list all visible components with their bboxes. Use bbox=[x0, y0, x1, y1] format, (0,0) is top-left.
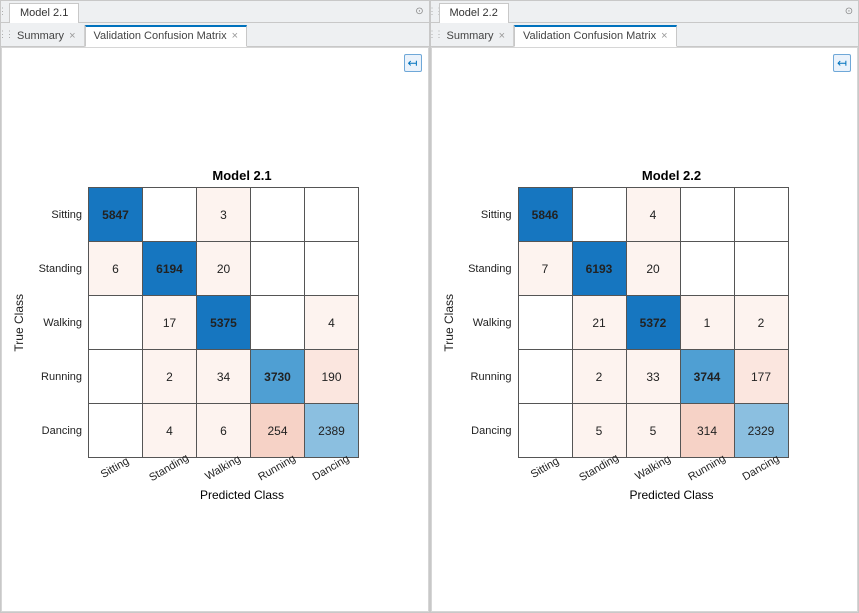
grip-icon[interactable] bbox=[1, 23, 9, 46]
grip-icon[interactable] bbox=[431, 1, 439, 22]
cell bbox=[734, 188, 788, 242]
doc-tab-row: Summary × Validation Confusion Matrix × bbox=[1, 23, 429, 47]
tab-label: Summary bbox=[17, 30, 64, 42]
dock-icon[interactable]: ↤ bbox=[404, 54, 422, 72]
y-axis-label: True Class bbox=[12, 294, 26, 352]
cell: 2 bbox=[734, 296, 788, 350]
cell: 6193 bbox=[572, 242, 626, 296]
cell bbox=[680, 188, 734, 242]
cell bbox=[734, 242, 788, 296]
cell: 2 bbox=[572, 350, 626, 404]
cell: 7 bbox=[518, 242, 572, 296]
cell: 5372 bbox=[626, 296, 680, 350]
col-labels: Sitting Standing Walking Running Dancing bbox=[518, 462, 842, 474]
cell bbox=[143, 188, 197, 242]
col-labels: Sitting Standing Walking Running Dancing bbox=[88, 462, 412, 474]
cell: 2 bbox=[143, 350, 197, 404]
grip-icon[interactable] bbox=[1, 1, 9, 22]
close-icon[interactable]: × bbox=[69, 30, 75, 42]
cell: 5846 bbox=[518, 188, 572, 242]
cell: 4 bbox=[305, 296, 359, 350]
row-labels: Sitting Standing Walking Running Dancing bbox=[458, 188, 518, 458]
cell: 34 bbox=[197, 350, 251, 404]
tab-summary[interactable]: Summary × bbox=[439, 25, 515, 47]
chart-area-model-2-2: ↤ Model 2.2 True Class Sitting Standing … bbox=[431, 47, 859, 612]
row-label: Standing bbox=[458, 242, 518, 296]
cell: 5375 bbox=[197, 296, 251, 350]
panel-model-2-2: Model 2.2 ⊙ Summary × Validation Confusi… bbox=[430, 0, 859, 613]
row-label: Dancing bbox=[458, 404, 518, 458]
window-tab-model-2-1[interactable]: Model 2.1 bbox=[9, 3, 79, 23]
cell: 3744 bbox=[680, 350, 734, 404]
cell: 1 bbox=[680, 296, 734, 350]
doc-tab-row: Summary × Validation Confusion Matrix × bbox=[431, 23, 859, 47]
cell bbox=[680, 242, 734, 296]
confusion-matrix-grid: 5847 3 6 6194 20 1 bbox=[88, 187, 359, 458]
tab-summary[interactable]: Summary × bbox=[9, 25, 85, 47]
confusion-matrix-chart: Model 2.1 True Class Sitting Standing Wa… bbox=[12, 168, 412, 502]
cell bbox=[305, 242, 359, 296]
row-label: Walking bbox=[458, 296, 518, 350]
cell: 177 bbox=[734, 350, 788, 404]
row-label: Sitting bbox=[458, 188, 518, 242]
cell: 20 bbox=[626, 242, 680, 296]
tab-label: Summary bbox=[447, 30, 494, 42]
cell: 21 bbox=[572, 296, 626, 350]
cell bbox=[89, 296, 143, 350]
confusion-matrix-chart: Model 2.2 True Class Sitting Standing Wa… bbox=[442, 168, 842, 502]
cell bbox=[251, 188, 305, 242]
cell: 4 bbox=[626, 188, 680, 242]
cell: 3 bbox=[197, 188, 251, 242]
tab-label: Validation Confusion Matrix bbox=[523, 30, 656, 42]
x-axis-label: Predicted Class bbox=[502, 488, 842, 502]
window-menu-dropdown-icon[interactable]: ⊙ bbox=[840, 6, 858, 17]
close-icon[interactable]: × bbox=[661, 30, 667, 42]
close-icon[interactable]: × bbox=[232, 30, 238, 42]
panel-model-2-1: Model 2.1 ⊙ Summary × Validation Confusi… bbox=[0, 0, 430, 613]
cell: 5847 bbox=[89, 188, 143, 242]
cell: 20 bbox=[197, 242, 251, 296]
tab-validation-confusion-matrix[interactable]: Validation Confusion Matrix × bbox=[514, 25, 677, 47]
cell: 6 bbox=[89, 242, 143, 296]
row-label: Walking bbox=[28, 296, 88, 350]
chart-area-model-2-1: ↤ Model 2.1 True Class Sitting Standing … bbox=[1, 47, 429, 612]
cell: 17 bbox=[143, 296, 197, 350]
confusion-matrix-grid: 5846 4 7 6193 20 2 bbox=[518, 187, 789, 458]
cell bbox=[518, 350, 572, 404]
grip-icon[interactable] bbox=[431, 23, 439, 46]
cell: 6194 bbox=[143, 242, 197, 296]
cell bbox=[89, 350, 143, 404]
window-menu-dropdown-icon[interactable]: ⊙ bbox=[411, 6, 429, 17]
cell: 190 bbox=[305, 350, 359, 404]
y-axis-label: True Class bbox=[442, 294, 456, 352]
chart-title: Model 2.1 bbox=[72, 168, 412, 183]
tab-label: Validation Confusion Matrix bbox=[94, 30, 227, 42]
tab-validation-confusion-matrix[interactable]: Validation Confusion Matrix × bbox=[85, 25, 248, 47]
row-label: Sitting bbox=[28, 188, 88, 242]
window-tab-row: Model 2.1 ⊙ bbox=[1, 1, 429, 23]
row-labels: Sitting Standing Walking Running Dancing bbox=[28, 188, 88, 458]
cell bbox=[251, 296, 305, 350]
row-label: Standing bbox=[28, 242, 88, 296]
row-label: Dancing bbox=[28, 404, 88, 458]
cell bbox=[572, 188, 626, 242]
row-label: Running bbox=[28, 350, 88, 404]
row-label: Running bbox=[458, 350, 518, 404]
chart-title: Model 2.2 bbox=[502, 168, 842, 183]
x-axis-label: Predicted Class bbox=[72, 488, 412, 502]
window-tab-model-2-2[interactable]: Model 2.2 bbox=[439, 3, 509, 23]
cell bbox=[251, 242, 305, 296]
cell bbox=[518, 296, 572, 350]
close-icon[interactable]: × bbox=[499, 30, 505, 42]
dock-icon[interactable]: ↤ bbox=[833, 54, 851, 72]
cell bbox=[305, 188, 359, 242]
window-tab-row: Model 2.2 ⊙ bbox=[431, 1, 859, 23]
cell: 33 bbox=[626, 350, 680, 404]
cell: 3730 bbox=[251, 350, 305, 404]
